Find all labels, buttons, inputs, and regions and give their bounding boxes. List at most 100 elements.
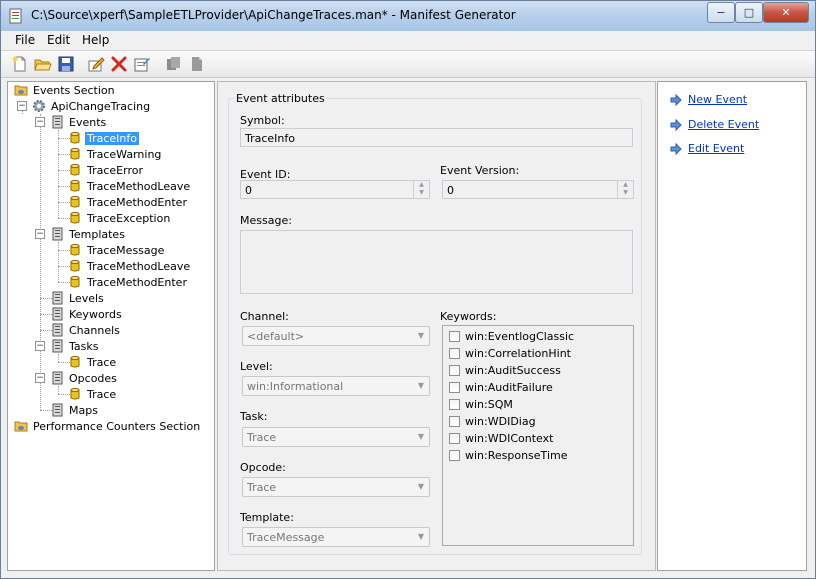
message-label: Message:	[240, 214, 292, 227]
keyword-item[interactable]: win:CorrelationHint	[449, 345, 571, 361]
keyword-checkbox[interactable]	[449, 347, 460, 359]
keyword-item[interactable]: win:AuditSuccess	[449, 362, 561, 378]
keyword-item[interactable]: win:SQM	[449, 396, 513, 412]
template-select[interactable]: TraceMessage ▼	[242, 527, 430, 547]
tree-item-events-section[interactable]: Events Section	[14, 82, 117, 98]
save-icon[interactable]	[57, 55, 75, 73]
tree-item-event[interactable]: TraceInfo	[68, 130, 139, 146]
group-title: Event attributes	[234, 92, 327, 105]
actions-panel: New Event Delete Event Edit Event	[657, 81, 807, 571]
task-label: Task:	[240, 410, 268, 423]
spin-up-icon[interactable]: ▲	[618, 181, 633, 189]
keyword-item[interactable]: win:ResponseTime	[449, 447, 567, 463]
copy-icon[interactable]	[165, 55, 183, 73]
keyword-checkbox[interactable]	[449, 381, 460, 393]
keyword-checkbox[interactable]	[449, 398, 460, 410]
open-icon[interactable]	[34, 55, 52, 73]
chevron-down-icon[interactable]: ▼	[413, 428, 429, 446]
message-field[interactable]	[240, 230, 633, 294]
tree-item-events[interactable]: Events	[50, 114, 108, 130]
tree-item-provider[interactable]: ApiChangeTracing	[32, 98, 152, 114]
spin-down-icon[interactable]: ▼	[414, 189, 429, 197]
menu-file[interactable]: File	[15, 33, 35, 47]
delete-event-action[interactable]: Delete Event	[670, 118, 759, 131]
collapse-toggle[interactable]: −	[35, 117, 45, 127]
tree-item-tasks[interactable]: Tasks	[50, 338, 100, 354]
chevron-down-icon[interactable]: ▼	[413, 327, 429, 345]
keyword-checkbox[interactable]	[449, 415, 460, 427]
event-id-spin[interactable]: ▲ ▼	[413, 181, 429, 198]
tree-item-maps[interactable]: Maps	[50, 402, 100, 418]
delete-icon[interactable]	[110, 55, 128, 73]
channel-value: <default>	[247, 330, 305, 343]
tree-item-keywords[interactable]: Keywords	[50, 306, 124, 322]
keyword-item[interactable]: win:WDIContext	[449, 430, 553, 446]
level-label: Level:	[240, 360, 273, 373]
tree-item-event[interactable]: TraceError	[68, 162, 145, 178]
tree-item-opcodes[interactable]: Opcodes	[50, 370, 119, 386]
edit-icon[interactable]	[87, 55, 105, 73]
tree-item-templates[interactable]: Templates	[50, 226, 127, 242]
tree-item-opcode[interactable]: Trace	[68, 386, 118, 402]
window-controls: − □ ✕	[707, 2, 809, 23]
new-icon[interactable]	[11, 55, 29, 73]
tree-item-event[interactable]: TraceWarning	[68, 146, 163, 162]
tree-item-perf-section[interactable]: Performance Counters Section	[14, 418, 202, 434]
new-event-action[interactable]: New Event	[670, 93, 747, 106]
tree-item-channels[interactable]: Channels	[50, 322, 122, 338]
task-select[interactable]: Trace ▼	[242, 427, 430, 447]
level-select[interactable]: win:Informational ▼	[242, 376, 430, 396]
symbol-field[interactable]: TraceInfo	[240, 128, 633, 147]
chevron-down-icon[interactable]: ▼	[413, 528, 429, 546]
opcode-select[interactable]: Trace ▼	[242, 477, 430, 497]
close-button[interactable]: ✕	[763, 2, 809, 23]
cylinder-icon	[70, 387, 80, 400]
manifest-tree[interactable]: − − − − − Events Section ApiChangeTracin…	[7, 81, 215, 571]
keywords-list[interactable]: win:EventlogClassic win:CorrelationHint …	[442, 325, 634, 546]
keyword-checkbox[interactable]	[449, 432, 460, 444]
cylinder-icon	[70, 275, 80, 288]
collapse-toggle[interactable]: −	[17, 101, 27, 111]
keyword-checkbox[interactable]	[449, 449, 460, 461]
collapse-toggle[interactable]: −	[35, 373, 45, 383]
spin-up-icon[interactable]: ▲	[414, 181, 429, 189]
event-id-stepper[interactable]: 0 ▲ ▼	[240, 180, 430, 199]
channel-select[interactable]: <default> ▼	[242, 326, 430, 346]
spin-down-icon[interactable]: ▼	[618, 189, 633, 197]
tree-item-template[interactable]: TraceMethodEnter	[68, 274, 189, 290]
collapse-toggle[interactable]: −	[35, 341, 45, 351]
title-bar[interactable]: C:\Source\xperf\SampleETLProvider\ApiCha…	[1, 1, 815, 32]
tree-item-event[interactable]: TraceMethodLeave	[68, 178, 192, 194]
tree-item-template[interactable]: TraceMessage	[68, 242, 166, 258]
keyword-item[interactable]: win:EventlogClassic	[449, 328, 574, 344]
maximize-button[interactable]: □	[735, 2, 763, 23]
document-stack-icon	[52, 403, 63, 417]
keyword-checkbox[interactable]	[449, 330, 460, 342]
properties-icon[interactable]	[133, 55, 151, 73]
minimize-button[interactable]: −	[707, 2, 735, 23]
tree-line	[40, 114, 41, 410]
new-event-link[interactable]: New Event	[688, 93, 747, 106]
chevron-down-icon[interactable]: ▼	[413, 478, 429, 496]
event-version-spin[interactable]: ▲ ▼	[617, 181, 633, 198]
paste-icon[interactable]	[188, 55, 206, 73]
template-label: Template:	[240, 511, 294, 524]
tree-item-template[interactable]: TraceMethodLeave	[68, 258, 192, 274]
chevron-down-icon[interactable]: ▼	[413, 377, 429, 395]
tree-item-levels[interactable]: Levels	[50, 290, 106, 306]
tree-item-task[interactable]: Trace	[68, 354, 118, 370]
menu-help[interactable]: Help	[82, 33, 109, 47]
keyword-checkbox[interactable]	[449, 364, 460, 376]
keyword-item[interactable]: win:AuditFailure	[449, 379, 553, 395]
event-version-stepper[interactable]: 0 ▲ ▼	[442, 180, 634, 199]
menu-edit[interactable]: Edit	[47, 33, 70, 47]
document-stack-icon	[52, 371, 63, 385]
delete-event-link[interactable]: Delete Event	[688, 118, 759, 131]
keyword-item[interactable]: win:WDIDiag	[449, 413, 536, 429]
tree-line	[58, 354, 59, 362]
edit-event-link[interactable]: Edit Event	[688, 142, 744, 155]
tree-item-event[interactable]: TraceException	[68, 210, 172, 226]
edit-event-action[interactable]: Edit Event	[670, 142, 744, 155]
collapse-toggle[interactable]: −	[35, 229, 45, 239]
tree-item-event[interactable]: TraceMethodEnter	[68, 194, 189, 210]
